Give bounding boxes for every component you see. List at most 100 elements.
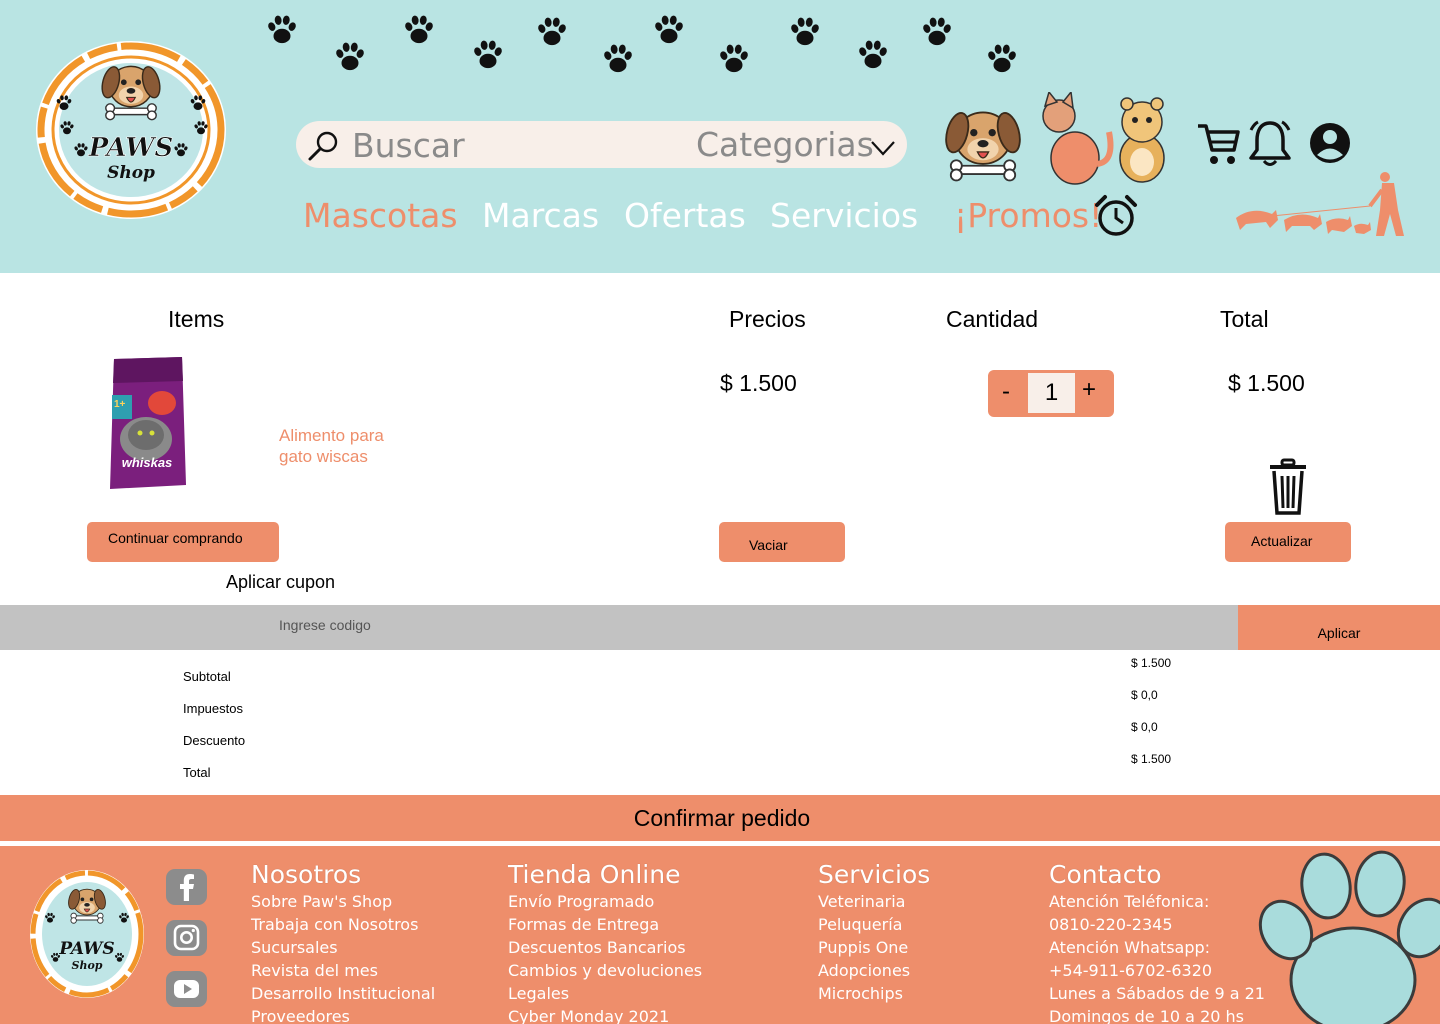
footer-link[interactable]: Microchips — [818, 982, 930, 1005]
product-brand-text: whiskas — [122, 455, 173, 470]
footer-link[interactable]: Proveedores — [251, 1005, 435, 1024]
footer-contact-phone[interactable]: 0810-220-2345 — [1049, 913, 1265, 936]
update-cart-button[interactable]: Actualizar — [1225, 522, 1351, 562]
footer-link[interactable]: Sobre Paw's Shop — [251, 890, 435, 913]
quantity-decrement-button[interactable]: - — [1002, 378, 1010, 406]
summary-discount-value: $ 0,0 — [1131, 720, 1158, 734]
footer-link[interactable]: Puppis One — [818, 936, 930, 959]
user-icon[interactable] — [1308, 120, 1352, 166]
coupon-bar — [0, 605, 1238, 650]
coupon-code-input[interactable] — [279, 613, 879, 637]
paws-shop-logo[interactable]: PAWS Shop — [33, 38, 229, 222]
summary-total-value: $ 1.500 — [1131, 752, 1172, 766]
paw-print-icon — [535, 15, 569, 49]
footer-contact-hours: Lunes a Sábados de 9 a 21 — [1049, 984, 1265, 1003]
footer-column-servicios: Servicios Veterinaria Peluquería Puppis … — [818, 860, 930, 1005]
paw-print-icon — [333, 40, 367, 74]
paw-print-icon — [601, 42, 635, 76]
pets-illustration — [941, 92, 1165, 185]
summary-discount-label: Descuento — [183, 733, 246, 748]
search-bar: Categorias — [296, 121, 907, 168]
quantity-stepper: - 1 + — [988, 370, 1114, 417]
footer-link[interactable]: Descuentos Bancarios — [508, 936, 702, 959]
apply-coupon-button[interactable]: Aplicar — [1238, 605, 1440, 650]
categories-dropdown[interactable]: Categorias — [696, 125, 874, 164]
paw-print-icon — [1258, 850, 1440, 1024]
coupon-title: Aplicar cupon — [226, 572, 336, 592]
footer-link[interactable]: Envío Programado — [508, 890, 702, 913]
continue-shopping-button[interactable]: Continuar comprando — [87, 522, 279, 562]
footer-column-title: Servicios — [818, 860, 931, 889]
summary-total-label: Total — [183, 765, 211, 780]
footer-link[interactable]: Peluquería — [818, 913, 930, 936]
header-items: Items — [168, 306, 225, 332]
product-name[interactable]: Alimento para gato wiscas — [279, 425, 419, 467]
footer-link[interactable]: Cyber Monday 2021 — [508, 1005, 702, 1024]
dog-walker-illustration — [1236, 172, 1404, 236]
footer-link[interactable]: Veterinaria — [818, 890, 930, 913]
footer-link[interactable]: Sucursales — [251, 936, 435, 959]
paw-print-icon — [471, 38, 505, 72]
search-icon[interactable] — [306, 129, 340, 163]
trash-icon[interactable] — [1268, 458, 1308, 516]
search-input[interactable] — [352, 127, 682, 163]
footer-link[interactable]: Adopciones — [818, 959, 930, 982]
paw-print-icon — [985, 42, 1019, 76]
nav-mascotas[interactable]: Mascotas — [303, 196, 458, 235]
confirm-order-button[interactable]: Confirmar pedido — [0, 795, 1440, 841]
paw-print-icon — [788, 15, 822, 49]
footer-column-tienda-online: Tienda Online Envío Programado Formas de… — [508, 860, 702, 1024]
facebook-icon[interactable] — [165, 868, 208, 906]
site-header: PAWS Shop Categorias Mascotas Marcas Ofe… — [0, 0, 1440, 273]
footer-logo-text: PAWS — [58, 939, 114, 959]
footer-column-title: Nosotros — [251, 860, 362, 889]
paw-print-icon — [920, 15, 954, 49]
header-precios: Precios — [729, 306, 806, 332]
footer-link[interactable]: Revista del mes — [251, 959, 435, 982]
alarm-icon[interactable] — [1093, 193, 1139, 239]
product-image[interactable]: 1+ whiskas — [104, 355, 190, 491]
nav-ofertas[interactable]: Ofertas — [624, 196, 746, 235]
footer-column-title: Contacto — [1049, 860, 1162, 889]
logo-subtext: Shop — [107, 163, 155, 183]
nav-marcas[interactable]: Marcas — [482, 196, 599, 235]
footer-link[interactable]: Desarrollo Institucional — [251, 982, 435, 1005]
footer-link[interactable]: Legales — [508, 982, 702, 1005]
paw-print-icon — [717, 42, 751, 76]
quantity-input[interactable]: 1 — [1028, 373, 1075, 413]
footer-contact-line: Atención Teléfonica: — [1049, 892, 1210, 911]
youtube-icon[interactable] — [165, 970, 208, 1008]
footer-contact-line: Atención Whatsapp: — [1049, 938, 1211, 957]
footer-link[interactable]: Cambios y devoluciones — [508, 959, 702, 982]
empty-cart-button[interactable]: Vaciar — [719, 522, 845, 562]
paw-print-icon — [652, 13, 686, 47]
item-total: $ 1.500 — [1228, 370, 1305, 396]
footer-column-contacto: Contacto Atención Teléfonica: 0810-220-2… — [1049, 860, 1265, 1024]
paw-print-icon — [265, 13, 299, 47]
summary-subtotal-value: $ 1.500 — [1131, 656, 1172, 670]
summary-taxes-label: Impuestos — [183, 701, 243, 716]
footer-column-title: Tienda Online — [508, 860, 681, 889]
footer-contact-hours: Domingos de 10 a 20 hs — [1049, 1007, 1244, 1024]
nav-servicios[interactable]: Servicios — [770, 196, 918, 235]
footer-contact-whatsapp[interactable]: +54-911-6702-6320 — [1049, 959, 1265, 982]
instagram-icon[interactable] — [165, 919, 208, 957]
cart-icon[interactable] — [1196, 120, 1240, 166]
bell-icon[interactable] — [1248, 120, 1292, 166]
summary-subtotal-label: Subtotal — [183, 669, 231, 684]
item-price: $ 1.500 — [720, 370, 797, 396]
summary-taxes-value: $ 0,0 — [1131, 688, 1158, 702]
quantity-increment-button[interactable]: + — [1082, 376, 1096, 404]
footer-link[interactable]: Formas de Entrega — [508, 913, 702, 936]
nav-promos[interactable]: ¡Promos! — [954, 196, 1102, 235]
footer-column-nosotros: Nosotros Sobre Paw's Shop Trabaja con No… — [251, 860, 435, 1024]
paw-print-icon — [856, 38, 890, 72]
header-cantidad: Cantidad — [946, 306, 1039, 332]
chevron-down-icon[interactable] — [870, 139, 896, 157]
paw-print-icon — [402, 13, 436, 47]
footer-link[interactable]: Trabaja con Nosotros — [251, 913, 435, 936]
header-total: Total — [1220, 306, 1269, 332]
footer-logo[interactable]: PAWS Shop — [28, 868, 146, 1000]
svg-text:1+: 1+ — [114, 399, 126, 410]
footer-logo-subtext: Shop — [72, 959, 103, 972]
